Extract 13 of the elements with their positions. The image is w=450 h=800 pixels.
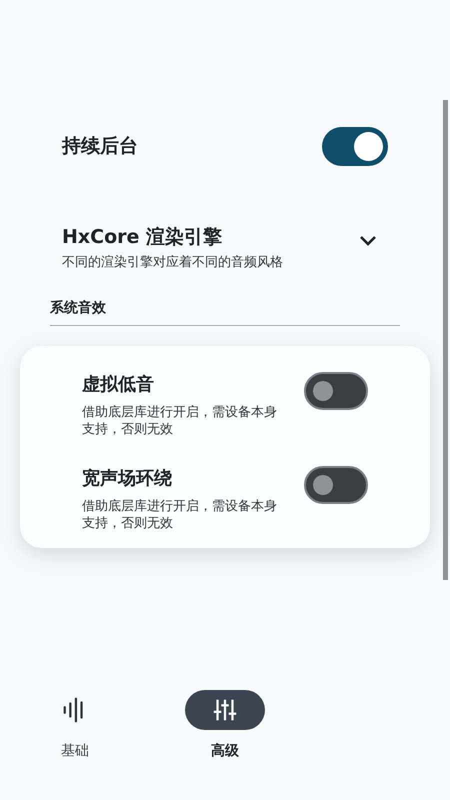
toggle-switch[interactable]: [322, 126, 388, 166]
nav-tab[interactable]: 基础: [30, 690, 120, 800]
setting-title: 宽声场环绕: [82, 467, 173, 490]
section-title: 系统音效: [50, 300, 106, 316]
setting-title: HxCore 渲染引擎: [62, 225, 224, 250]
nav-tab[interactable]: 高级: [180, 690, 270, 800]
setting-description: 借助底层库进行开启，需设备本身支持，否则无效: [82, 498, 278, 532]
setting-title: 虚拟低音: [82, 373, 155, 396]
setting-description: 借助底层库进行开启，需设备本身支持，否则无效: [82, 404, 278, 438]
setting-title: 持续后台: [62, 134, 138, 159]
setting-description: 不同的渲染引擎对应着不同的音频风格: [62, 254, 284, 271]
toggle-switch[interactable]: [304, 372, 368, 410]
toggle-switch[interactable]: [304, 466, 368, 504]
